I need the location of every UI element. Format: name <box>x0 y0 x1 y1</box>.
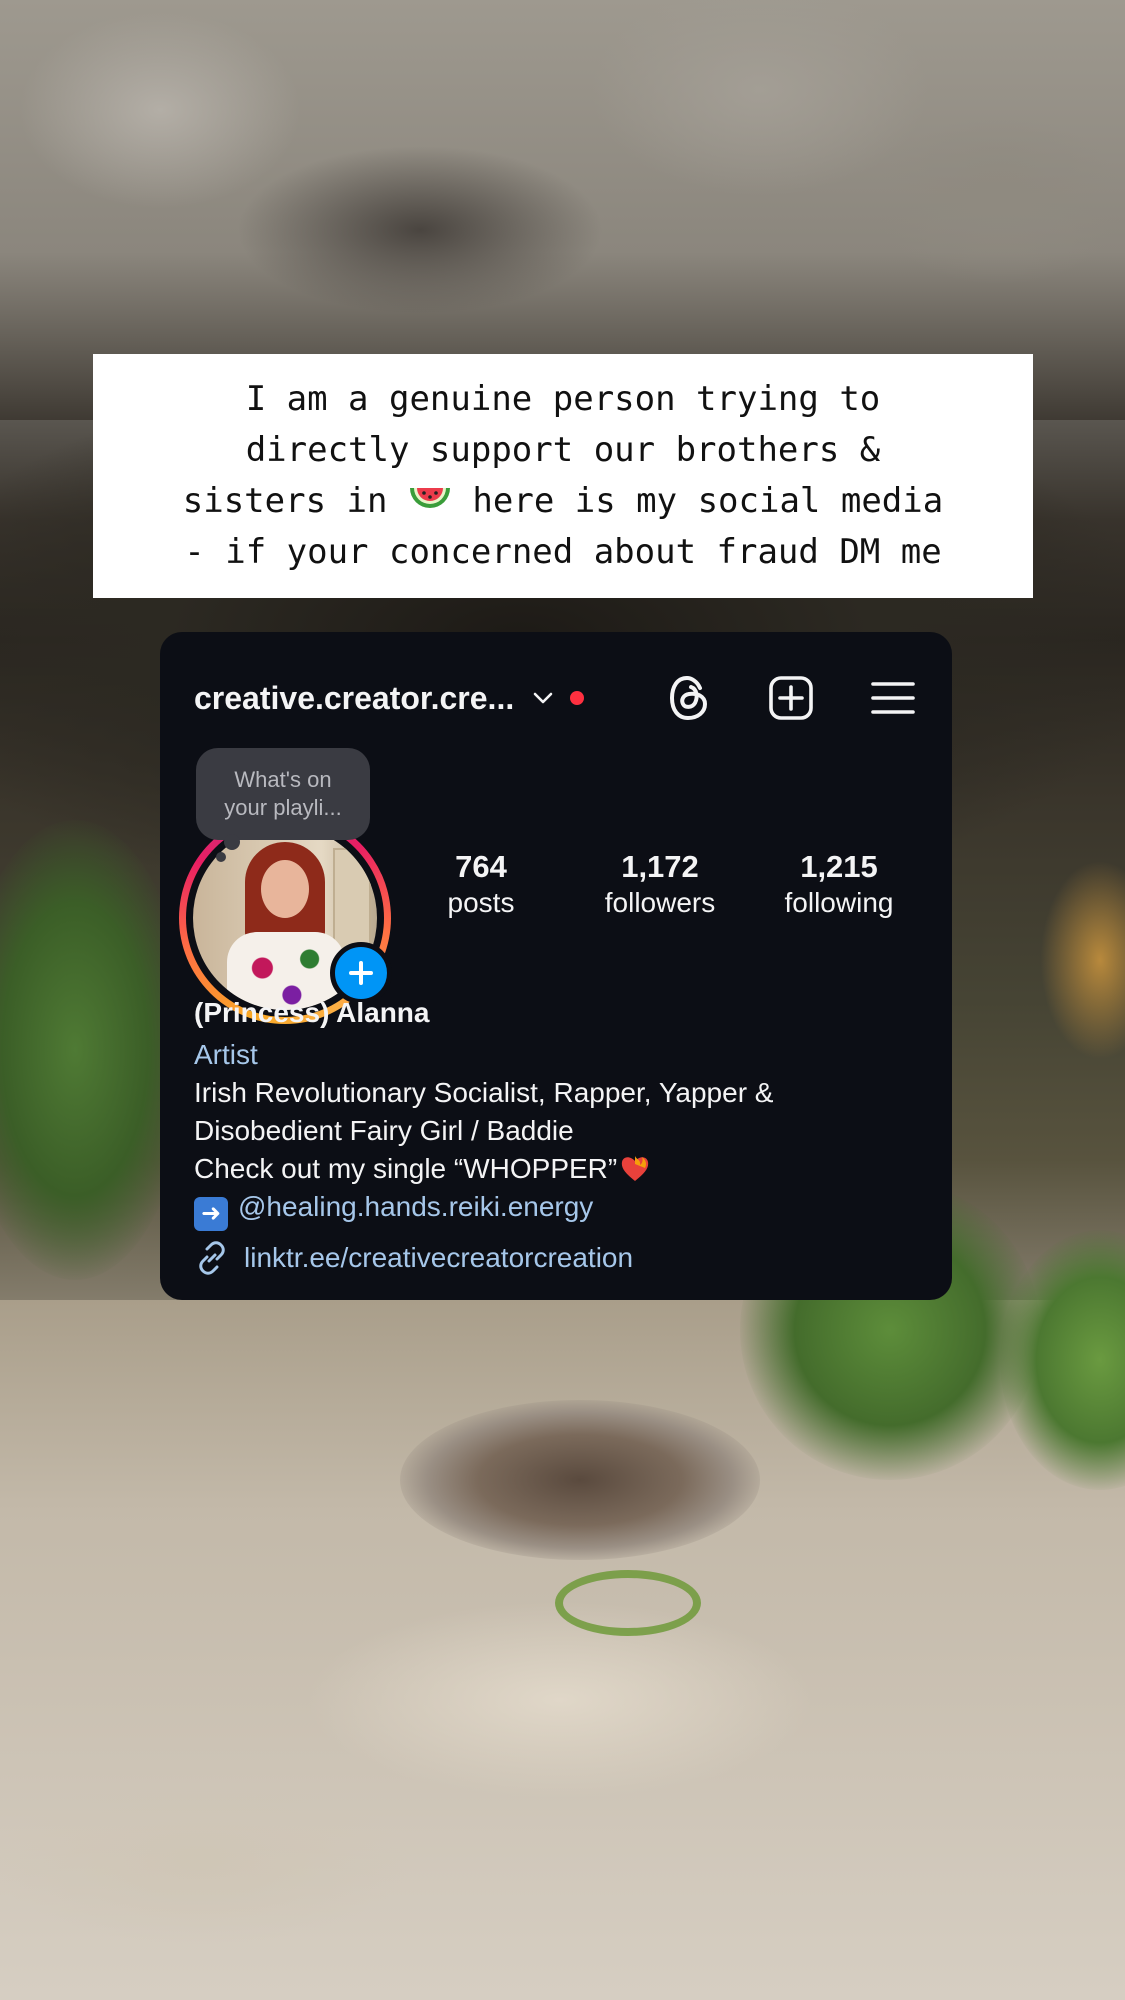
bio-line-1: Irish Revolutionary Socialist, Rapper, Y… <box>194 1077 774 1108</box>
profile-header: creative.creator.cre... <box>194 670 918 726</box>
category-label: Artist <box>194 1039 258 1070</box>
campfire-sticks <box>400 1400 760 1560</box>
following-label: following <box>784 887 894 918</box>
chevron-down-icon[interactable] <box>532 687 554 709</box>
profile-bio: (Princess) Alanna Artist Irish Revolutio… <box>194 994 922 1277</box>
display-name: (Princess) Alanna <box>194 997 430 1028</box>
caption-box: I am a genuine person trying to directly… <box>93 354 1033 598</box>
create-plus-square-icon <box>769 676 813 720</box>
note-text: What's on your playli... <box>224 767 342 820</box>
bio-link-row[interactable]: linktr.ee/creativecreatorcreation <box>194 1239 922 1277</box>
profile-stats: 764 posts 1,172 followers 1,215 followin… <box>396 848 924 920</box>
profile-card: creative.creator.cre... What's on your p… <box>160 632 952 1300</box>
threads-icon <box>669 675 708 721</box>
threads-button[interactable] <box>664 673 714 723</box>
header-actions <box>664 670 918 726</box>
mention-link[interactable]: @healing.hands.reiki.energy <box>238 1191 593 1222</box>
followers-count: 1,172 <box>621 849 699 884</box>
external-link[interactable]: linktr.ee/creativecreatorcreation <box>244 1239 633 1277</box>
username-switcher[interactable]: creative.creator.cre... <box>194 680 514 717</box>
heart-on-fire-emoji <box>622 1156 649 1181</box>
posts-label: posts <box>447 887 515 918</box>
note-bubble[interactable]: What's on your playli... <box>196 748 370 862</box>
bio-mention-row: ➜ @healing.hands.reiki.energy <box>194 1188 922 1231</box>
bio-line-2: Disobedient Fairy Girl / Baddie <box>194 1115 574 1146</box>
notification-dot <box>570 691 585 705</box>
posts-count: 764 <box>455 849 507 884</box>
following-count: 1,215 <box>800 849 878 884</box>
bio-line-3: Check out my single “WHOPPER” <box>194 1150 922 1188</box>
followers-stat[interactable]: 1,172 followers <box>575 848 745 920</box>
followers-label: followers <box>604 887 716 918</box>
plus-icon <box>349 961 373 985</box>
create-button[interactable] <box>766 673 816 723</box>
hamburger-menu-icon <box>871 682 915 714</box>
following-stat[interactable]: 1,215 following <box>754 848 924 920</box>
right-arrow-emoji: ➜ <box>194 1197 228 1231</box>
watermelon-emoji <box>409 488 450 508</box>
moss-heart <box>555 1570 701 1636</box>
posts-stat[interactable]: 764 posts <box>396 848 566 920</box>
menu-button[interactable] <box>868 673 918 723</box>
caption-text: I am a genuine person trying to directly… <box>182 379 944 572</box>
link-icon <box>199 1241 225 1275</box>
